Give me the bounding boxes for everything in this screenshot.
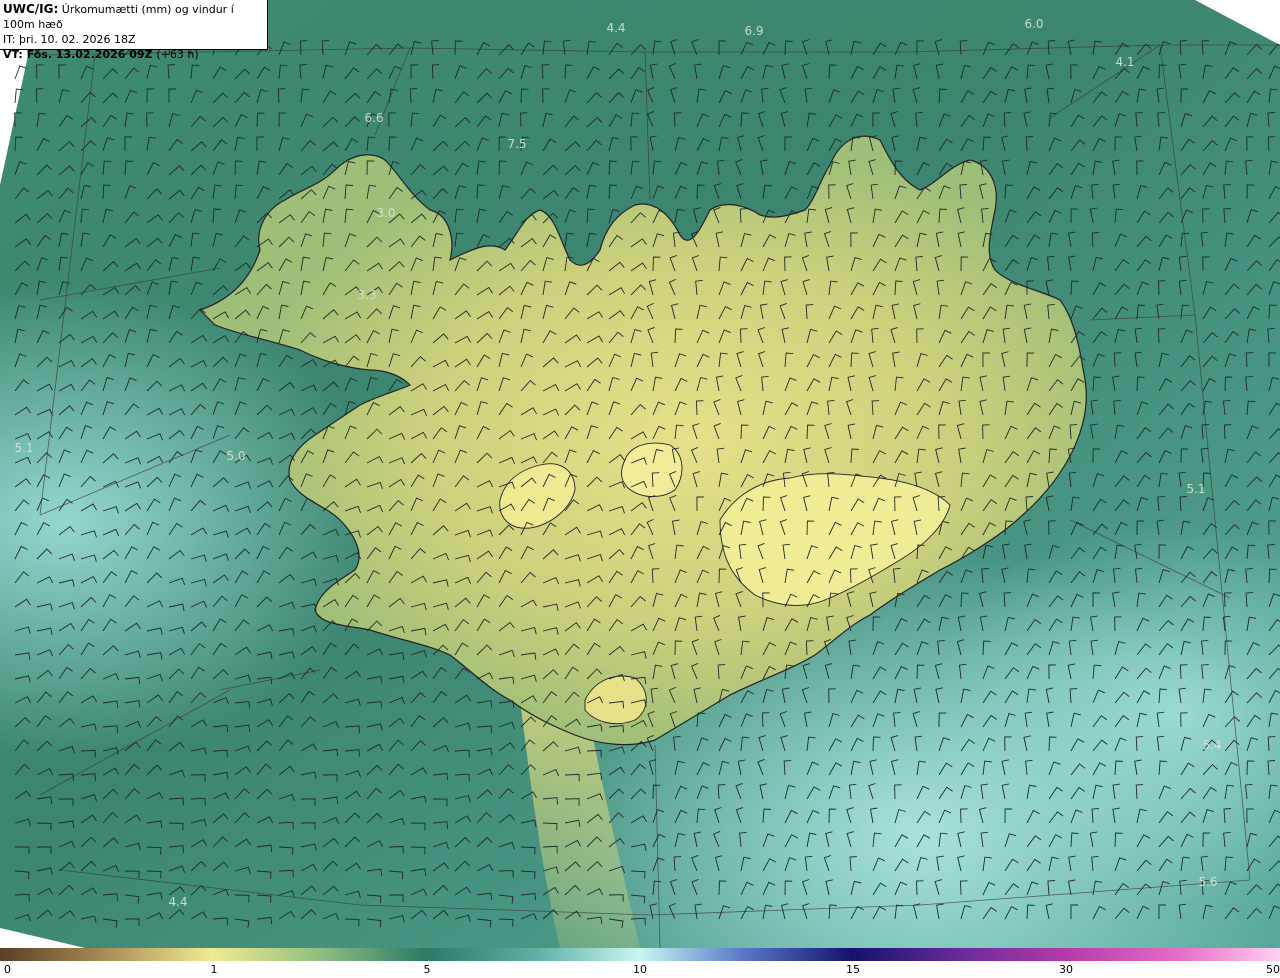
lead-time: (+63 h) xyxy=(156,48,199,61)
map-value-label: 4.1 xyxy=(1115,55,1134,69)
colorbar xyxy=(0,948,1280,961)
colorbar-tick-labels: 0 1 5 10 15 30 50 xyxy=(0,962,1280,978)
map-value-label: 3.3 xyxy=(357,288,376,302)
map-value-label: 7.5 xyxy=(507,137,526,151)
cb-tick: 15 xyxy=(846,963,860,976)
cb-tick: 5 xyxy=(423,963,431,976)
map-value-label: 4.4 xyxy=(606,21,625,35)
map-value-label: 5.1 xyxy=(1186,482,1205,496)
valid-time-line: VT: Fös. 13.02.2026 09Z (+63 h) xyxy=(3,47,264,62)
product-code: UWC/IG: xyxy=(3,2,59,16)
map-value-label: 6.6 xyxy=(364,111,383,125)
cb-tick: 1 xyxy=(210,963,218,976)
map-value-label: 4.4 xyxy=(168,895,187,909)
cb-tick: 30 xyxy=(1059,963,1073,976)
map-info-box: UWC/IG: Úrkomumætti (mm) og vindur í 100… xyxy=(0,0,268,61)
cb-tick: 50 xyxy=(1266,963,1280,976)
title-line: UWC/IG: Úrkomumætti (mm) og vindur í 100… xyxy=(3,2,264,32)
map-value-label: 5.1 xyxy=(14,441,33,455)
init-time: IT: þri. 10. 02. 2026 18Z xyxy=(3,33,136,46)
map-value-label: 3.0 xyxy=(376,206,395,220)
map-value-label: 5.0 xyxy=(226,449,245,463)
map-value-label: 6.9 xyxy=(744,24,763,38)
cb-tick: 0 xyxy=(4,963,11,976)
valid-time: VT: Fös. 13.02.2026 09Z xyxy=(3,48,153,61)
cb-tick: 10 xyxy=(633,963,647,976)
map-value-label: 5.6 xyxy=(1198,875,1217,889)
weather-map: 4.4 6.9 6.0 4.1 6.6 7.5 3.0 3.3 5.1 5.1 5.4 5.6 4.4 5… xyxy=(0,0,1280,948)
map-value-label: 5.4 xyxy=(1202,738,1221,752)
map-value-label: 6.0 xyxy=(1024,17,1043,31)
